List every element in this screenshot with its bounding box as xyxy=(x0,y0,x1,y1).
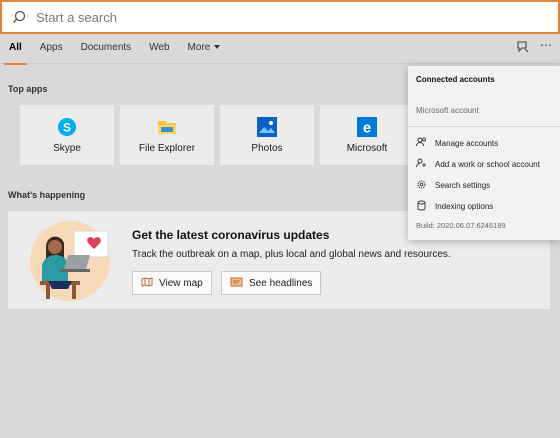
connected-accounts-header: Connected accounts xyxy=(416,75,495,84)
more-options-icon[interactable]: ⋯ xyxy=(540,38,552,52)
app-tile-label: Skype xyxy=(53,142,81,154)
search-bar[interactable] xyxy=(0,0,560,34)
options-dropdown: Connected accounts Microsoft account Man… xyxy=(408,66,560,240)
whats-happening-title: What's happening xyxy=(8,190,86,200)
chevron-down-icon xyxy=(214,44,221,49)
app-tile-label: Microsoft xyxy=(346,142,388,154)
search-settings-item[interactable]: Search settings xyxy=(416,179,490,192)
tab-web[interactable]: Web xyxy=(140,34,178,64)
see-headlines-label: See headlines xyxy=(249,277,313,289)
app-tile-microsoft-edge[interactable]: e Microsoft xyxy=(320,105,414,165)
manage-accounts-item[interactable]: Manage accounts xyxy=(416,137,498,149)
svg-text:S: S xyxy=(63,120,71,134)
indexing-options-label: Indexing options xyxy=(435,202,494,211)
illustration-woman-laptop xyxy=(30,221,110,301)
divider xyxy=(408,126,560,127)
scope-tabs: All Apps Documents Web More xyxy=(0,34,560,65)
app-tile-skype[interactable]: S Skype xyxy=(20,105,114,165)
tab-more[interactable]: More xyxy=(179,34,230,64)
news-icon xyxy=(230,277,243,290)
folder-icon xyxy=(157,117,177,137)
svg-text:e: e xyxy=(363,119,371,136)
search-icon xyxy=(2,10,36,24)
indexing-options-item[interactable]: Indexing options xyxy=(416,200,493,213)
news-card-description: Track the outbreak on a map, plus local … xyxy=(132,249,451,260)
photos-icon xyxy=(257,116,277,137)
view-map-label: View map xyxy=(159,277,203,289)
tab-more-label: More xyxy=(187,41,211,53)
view-map-button[interactable]: View map xyxy=(132,271,212,295)
app-tile-label: File Explorer xyxy=(138,142,196,154)
edge-icon: e xyxy=(357,116,377,137)
microsoft-account-label[interactable]: Microsoft account xyxy=(416,106,479,115)
see-headlines-button[interactable]: See headlines xyxy=(221,271,322,295)
tab-apps[interactable]: Apps xyxy=(31,34,72,64)
top-apps-list: S Skype File Explorer Photos e Microsoft xyxy=(20,105,414,165)
app-tile-photos[interactable]: Photos xyxy=(220,105,314,165)
top-apps-title: Top apps xyxy=(8,84,48,94)
app-tile-file-explorer[interactable]: File Explorer xyxy=(120,105,214,165)
search-settings-label: Search settings xyxy=(435,181,491,190)
news-card-title: Get the latest coronavirus updates xyxy=(132,228,330,242)
app-tile-label: Photos xyxy=(251,142,283,154)
feedback-icon[interactable] xyxy=(516,40,530,59)
database-icon xyxy=(416,200,427,213)
add-work-account-item[interactable]: Add a work or school account xyxy=(416,158,540,170)
build-version: Build: 2020.06.07.6246189 xyxy=(416,221,506,230)
people-icon xyxy=(416,137,427,149)
map-icon xyxy=(141,276,153,290)
manage-accounts-label: Manage accounts xyxy=(435,138,499,148)
gear-icon xyxy=(416,179,427,192)
skype-icon: S xyxy=(57,117,77,137)
search-input[interactable] xyxy=(36,9,516,25)
add-work-account-label: Add a work or school account xyxy=(435,159,540,169)
add-person-icon xyxy=(416,158,427,170)
tab-documents[interactable]: Documents xyxy=(72,34,141,64)
tab-all[interactable]: All xyxy=(0,34,31,65)
